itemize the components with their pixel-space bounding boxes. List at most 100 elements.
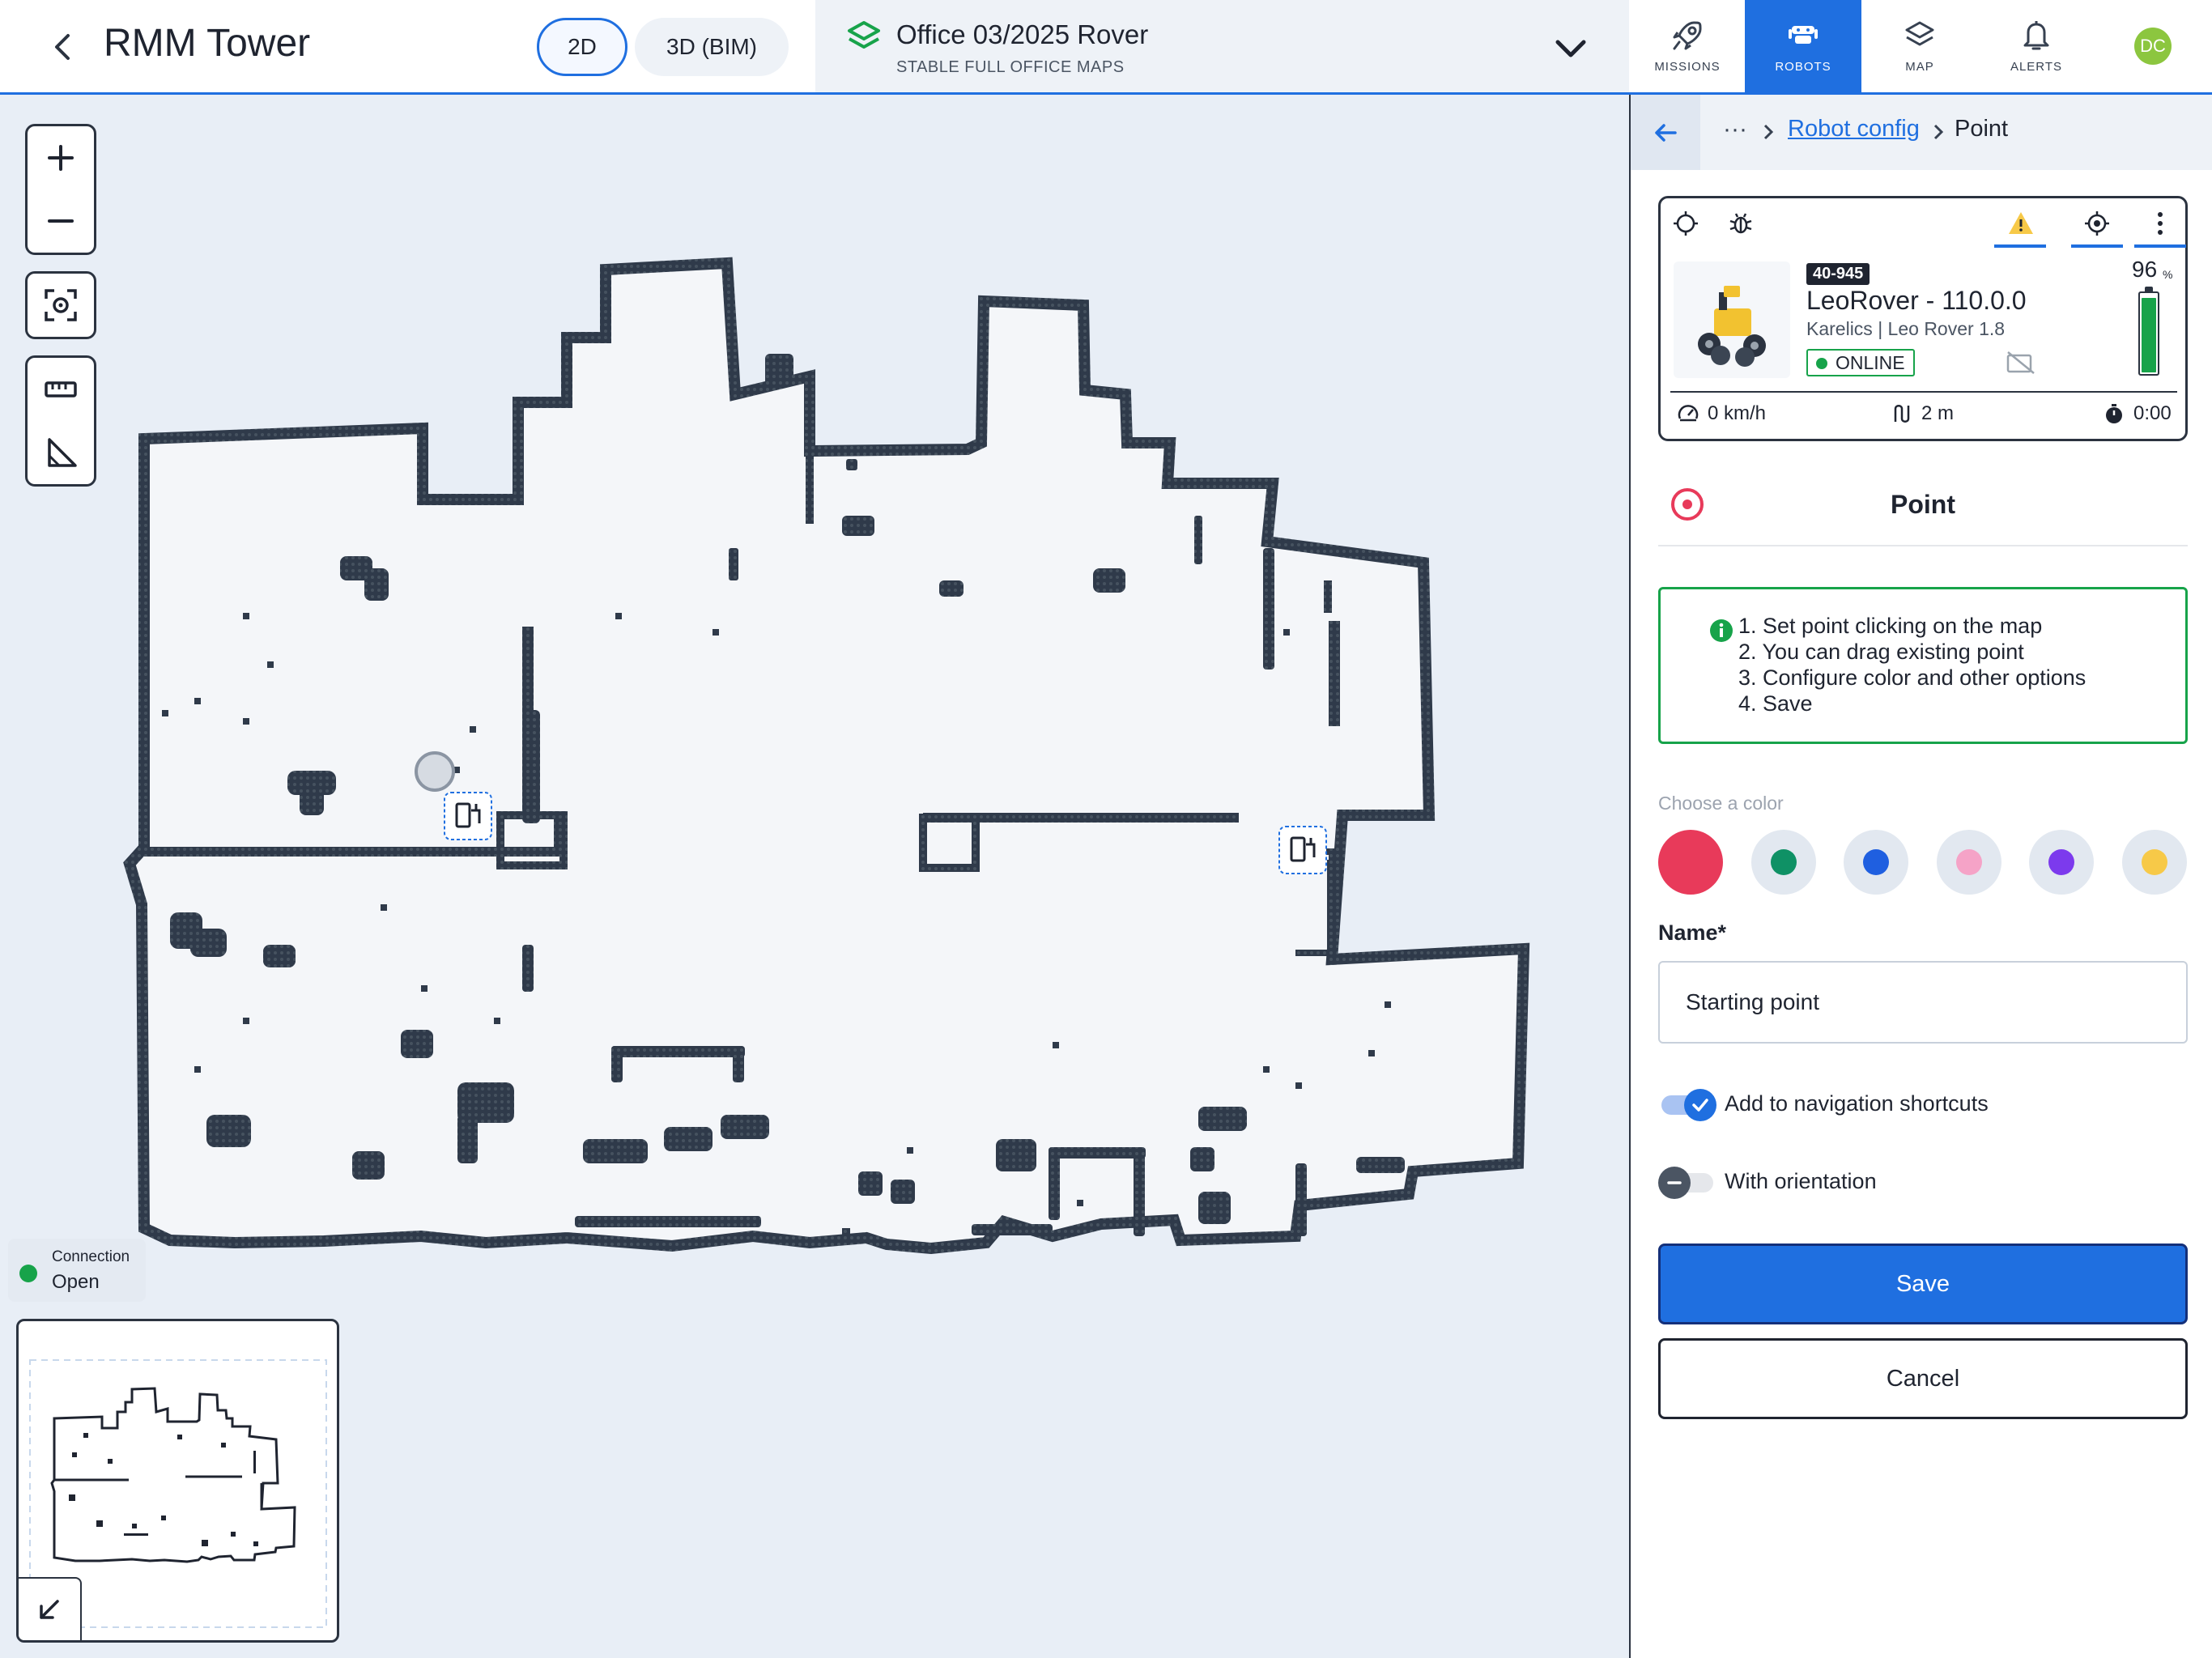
panel-back-button[interactable] [1631,95,1700,170]
fit-view-button[interactable] [28,274,94,337]
color-swatch[interactable] [2121,830,2187,895]
bug-icon[interactable] [1727,210,1755,237]
speed-stat: 0 km/h [1677,402,1766,425]
measure-controls [25,355,96,487]
bell-icon [2023,21,2049,50]
time-value: 0:00 [2133,402,2172,424]
color-swatch-fill [1863,849,1889,875]
toggle-knob [1684,1089,1716,1121]
zoom-out-button[interactable] [28,189,94,253]
robot-icon [1789,26,1818,44]
warning-icon[interactable] [2007,210,2035,237]
robot-stats: 0 km/h 2 m 0:00 [1670,391,2177,432]
distance-stat: 2 m [1891,402,1954,425]
orientation-toggle-row[interactable]: With orientation [1658,1163,1877,1199]
battery-percent: 96 [2132,257,2158,282]
instruction-line: 4. Save [1738,691,1813,716]
fit-view-icon [45,289,77,321]
point-title: Point [1891,490,1955,519]
user-avatar[interactable]: DC [2134,28,2172,65]
back-button[interactable] [40,24,86,70]
point-marker[interactable] [415,751,455,792]
rocket-icon [1673,21,1702,50]
color-swatch-fill [2141,849,2167,875]
tab-robots[interactable]: ROBOTS [1745,0,1861,92]
nav-shortcut-toggle-row[interactable]: Add to navigation shortcuts [1658,1086,1989,1121]
battery-unit: % [2163,268,2173,281]
breadcrumb-robot-config-link[interactable]: Robot config [1788,116,1920,142]
charging-station-icon[interactable] [1278,826,1327,874]
map-name: Office 03/2025 Rover [896,19,1149,49]
robot-id-badge: 40-945 [1806,263,1870,285]
zoom-controls [25,124,96,255]
minus-icon [1667,1181,1682,1184]
point-section-header: Point [1658,475,2188,546]
breadcrumb-current: Point [1955,116,2009,142]
breadcrumb: ··· Robot config Point [1631,95,2212,170]
chevron-right-icon [1933,124,1944,140]
check-icon [1692,1099,1708,1112]
orientation-label: With orientation [1725,1168,1877,1193]
fit-view-control [25,271,96,339]
color-swatch-fill [2048,849,2074,875]
map-selector-dropdown[interactable]: Office 03/2025 Rover STABLE FULL OFFICE … [815,0,1629,92]
more-vertical-icon[interactable] [2146,210,2174,237]
instruction-line: 3. Configure color and other options [1738,665,2087,690]
connection-status-dot [19,1265,37,1282]
color-swatch[interactable] [2029,830,2094,895]
save-button[interactable]: Save [1658,1244,2188,1324]
plus-icon [48,145,74,171]
breadcrumb-more[interactable]: ··· [1723,116,1747,143]
orientation-toggle[interactable] [1658,1167,1716,1199]
top-bar: RMM Tower 2D 3D (BIM) Office 03/2025 Rov… [0,0,2212,95]
layers-icon [1905,21,1934,46]
angle-icon [48,438,77,467]
rover-image [1698,286,1766,367]
tab-map[interactable]: MAP [1861,0,1978,92]
zoom-in-button[interactable] [28,126,94,189]
tab-alerts-label: ALERTS [2010,60,2063,74]
route-icon [1894,405,1910,423]
chevron-right-icon [1763,124,1774,140]
battery-icon [2138,287,2159,376]
nav-shortcut-label: Add to navigation shortcuts [1725,1090,1989,1116]
charging-station-icon[interactable] [444,792,492,840]
toggle-knob [1658,1167,1691,1199]
angle-button[interactable] [28,421,94,484]
minimap[interactable] [16,1319,339,1643]
camera-off-icon [2006,351,2035,374]
view-2d-toggle[interactable]: 2D [537,18,627,76]
color-swatch[interactable] [1658,830,1723,895]
color-swatch-fill [1658,830,1723,895]
robot-card[interactable]: 40-945 LeoRover - 110.0.0 Karelics | Leo… [1658,196,2188,441]
speedometer-icon [1678,405,1699,422]
locate-tab-underline [2071,244,2123,248]
crosshair-icon[interactable] [1672,210,1699,237]
locate-icon[interactable] [2083,210,2111,237]
layers-icon [848,21,880,49]
minimap-collapse-button[interactable] [19,1577,82,1640]
ruler-button[interactable] [28,358,94,421]
chevron-down-icon [1555,40,1586,57]
color-swatch[interactable] [1936,830,2001,895]
instruction-line: 2. You can drag existing point [1738,640,2024,664]
robot-status-badge: ONLINE [1806,349,1915,376]
connection-label: Connection [52,1248,130,1265]
color-swatch[interactable] [1750,830,1816,895]
ruler-icon [45,381,77,397]
name-input[interactable] [1658,961,2188,1044]
nav-shortcut-toggle[interactable] [1658,1089,1716,1121]
tab-missions[interactable]: MISSIONS [1629,0,1746,92]
color-swatch[interactable] [1844,830,1908,895]
map-canvas[interactable]: Connection Open [0,95,1629,1658]
distance-value: 2 m [1921,402,1955,424]
view-3d-toggle[interactable]: 3D (BIM) [635,18,789,76]
tab-robots-label: ROBOTS [1775,60,1831,74]
arrow-collapse-icon [40,1600,59,1619]
stopwatch-icon [2106,404,2122,423]
cancel-button[interactable]: Cancel [1658,1338,2188,1419]
robot-model: Karelics | Leo Rover 1.8 [1806,318,2006,339]
time-stat: 0:00 [2103,402,2172,425]
tab-missions-label: MISSIONS [1654,60,1721,74]
tab-alerts[interactable]: ALERTS [1978,0,2095,92]
